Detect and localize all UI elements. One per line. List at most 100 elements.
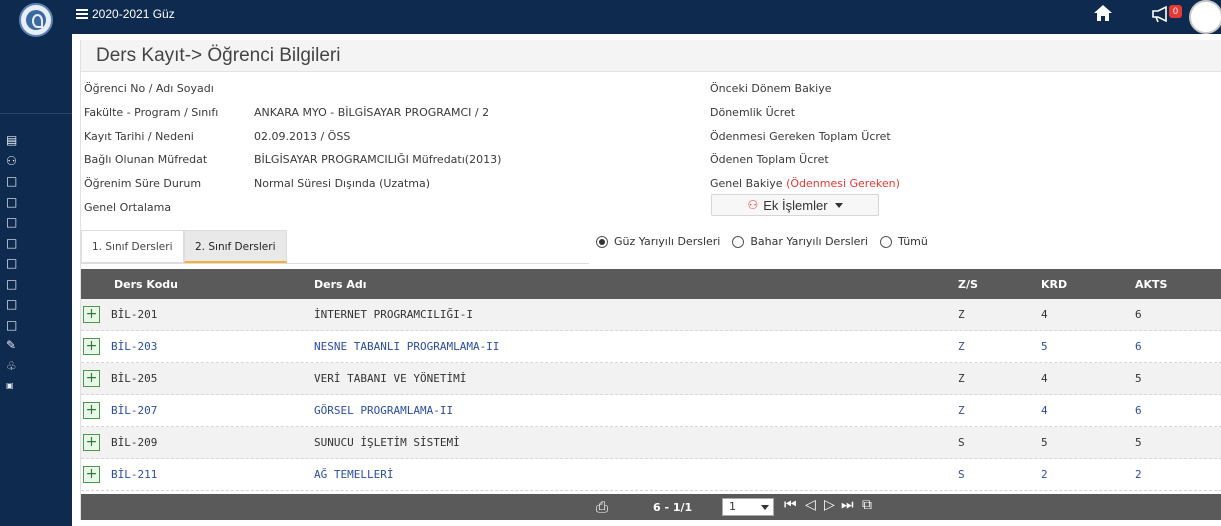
next-page-icon[interactable]: ▷ xyxy=(824,497,835,513)
radio-label: Bahar Yarıyılı Dersleri xyxy=(750,235,868,248)
header-akts[interactable]: AKTS xyxy=(1135,278,1167,291)
expand-plus-icon[interactable]: + xyxy=(83,402,100,419)
course-zs: Z xyxy=(958,340,965,353)
general-balance-note: (Ödenmesi Gereken) xyxy=(786,177,900,190)
course-akts: 6 xyxy=(1135,404,1142,417)
course-name: VERİ TABANI VE YÖNETİMİ xyxy=(314,372,467,385)
course-krd: 4 xyxy=(1041,308,1048,321)
general-balance-label: Genel Bakiye xyxy=(710,177,783,190)
university-logo[interactable] xyxy=(19,3,53,37)
finance-previous: Önceki Dönem Bakiye xyxy=(710,82,832,95)
expand-plus-icon[interactable]: + xyxy=(83,466,100,483)
header-zs[interactable]: Z/S xyxy=(958,278,978,291)
finance-general-balance: Genel Bakiye (Ödenmesi Gereken) xyxy=(710,177,900,190)
radio-label: Tümü xyxy=(897,235,928,248)
course-code: BİL-209 xyxy=(111,436,158,449)
extra-actions-label: Ek İşlemler xyxy=(763,197,828,213)
header-name[interactable]: Ders Adı xyxy=(314,278,367,291)
term-selector[interactable]: 2020-2021 Güz xyxy=(76,7,175,21)
semester-filter: Güz Yarıyılı Dersleri Bahar Yarıyılı Der… xyxy=(596,235,928,248)
atr-icon[interactable]: ▣ xyxy=(6,376,26,397)
course-name: SUNUCU İŞLETİM SİSTEMİ xyxy=(314,436,460,449)
table-row[interactable]: + BİL-211 AĞ TEMELLERİ S 2 2 xyxy=(81,459,1221,491)
expand-plus-icon[interactable]: + xyxy=(83,306,100,323)
course-akts: 6 xyxy=(1135,340,1142,353)
sidebar: ▤ ⚇ □ □ □ □ □ □ □ □ ✎ ♧ ▣ xyxy=(0,0,72,526)
extra-actions-button[interactable]: ⚇ Ek İşlemler xyxy=(711,194,879,216)
table-row[interactable]: + BİL-201 İNTERNET PROGRAMCILIĞI-I Z 4 6 xyxy=(81,299,1221,331)
course-zs: Z xyxy=(958,372,965,385)
info-value: Normal Süresi Dışında (Uzatma) xyxy=(254,177,431,190)
radio-button[interactable] xyxy=(732,235,745,248)
copy-icon[interactable]: ⧉ xyxy=(862,497,872,513)
radio-fall[interactable]: Güz Yarıyılı Dersleri xyxy=(596,235,720,248)
course-name: AĞ TEMELLERİ xyxy=(314,468,394,481)
last-page-icon[interactable]: ⏭ xyxy=(841,497,854,513)
course-name: İNTERNET PROGRAMCILIĞI-I xyxy=(314,308,473,321)
class-tabs: 1. Sınıf Dersleri 2. Sınıf Dersleri xyxy=(81,226,589,264)
square-icon[interactable]: □ xyxy=(6,294,26,315)
course-zs: S xyxy=(958,436,965,449)
edit-icon[interactable]: ✎ xyxy=(6,335,26,356)
info-label: Genel Ortalama xyxy=(84,201,172,214)
course-code: BİL-201 xyxy=(111,308,158,321)
course-zs: S xyxy=(958,468,965,481)
expand-plus-icon[interactable]: + xyxy=(83,370,100,387)
finance-term-fee: Dönemlik Ücret xyxy=(710,106,796,119)
info-label: Öğrenim Süre Durum xyxy=(84,177,202,190)
info-value: BİLGİSAYAR PROGRAMCILIĞI Müfredatı(2013) xyxy=(254,153,502,166)
table-icon[interactable]: ▤ xyxy=(6,130,26,151)
square-icon[interactable]: □ xyxy=(6,253,26,274)
info-label: Fakülte - Program / Sınıfı xyxy=(84,106,219,119)
table-row[interactable]: + BİL-207 GÖRSEL PROGRAMLAMA-II Z 4 6 xyxy=(81,395,1221,427)
radio-all[interactable]: Tümü xyxy=(879,235,928,248)
hamburger-icon[interactable] xyxy=(76,9,88,19)
home-icon[interactable] xyxy=(1092,3,1114,23)
square-icon[interactable]: □ xyxy=(6,171,26,192)
square-icon[interactable]: □ xyxy=(6,274,26,295)
square-icon[interactable]: □ xyxy=(6,212,26,233)
header-krd[interactable]: KRD xyxy=(1041,278,1067,291)
course-akts: 5 xyxy=(1135,436,1142,449)
users-icon: ⚇ xyxy=(747,198,759,212)
square-icon[interactable]: □ xyxy=(6,233,26,254)
network-icon[interactable]: ♧ xyxy=(6,356,26,377)
square-icon[interactable]: □ xyxy=(6,315,26,336)
table-pager: ⎙ 6 - 1/1 1 ⏮ ◁ ▷ ⏭ ⧉ xyxy=(81,494,1221,520)
avatar[interactable] xyxy=(1189,0,1221,34)
table-row[interactable]: + BİL-203 NESNE TABANLI PROGRAMLAMA-II Z… xyxy=(81,331,1221,363)
table-row[interactable]: + BİL-209 SUNUCU İŞLETİM SİSTEMİ S 5 5 xyxy=(81,427,1221,459)
course-code: BİL-207 xyxy=(111,404,158,417)
info-label: Öğrenci No / Adı Soyadı xyxy=(84,82,214,95)
course-name: NESNE TABANLI PROGRAMLAMA-II xyxy=(314,340,500,353)
course-krd: 2 xyxy=(1041,468,1048,481)
header-code[interactable]: Ders Kodu xyxy=(114,278,178,291)
print-icon[interactable]: ⎙ xyxy=(596,498,608,516)
course-krd: 5 xyxy=(1041,340,1048,353)
sidebar-divider xyxy=(0,113,72,114)
radio-button[interactable] xyxy=(596,235,608,248)
expand-plus-icon[interactable]: + xyxy=(83,338,100,355)
group-icon[interactable]: ⚇ xyxy=(6,151,26,172)
table-header: Ders Kodu Ders Adı Z/S KRD AKTS xyxy=(81,269,1221,299)
page-select[interactable]: 1 xyxy=(722,498,774,516)
tab-class-2[interactable]: 2. Sınıf Dersleri xyxy=(184,230,287,263)
course-akts: 2 xyxy=(1135,468,1142,481)
finance-total-due: Ödenmesi Gereken Toplam Ücret xyxy=(710,130,891,143)
first-page-icon[interactable]: ⏮ xyxy=(784,497,797,513)
info-label: Bağlı Olunan Müfredat xyxy=(84,153,208,166)
page-title-bar: Ders Kayıt-> Öğrenci Bilgileri xyxy=(81,40,1221,72)
notification-badge: 0 xyxy=(1169,5,1182,18)
expand-plus-icon[interactable]: + xyxy=(83,434,100,451)
radio-button[interactable] xyxy=(879,235,892,248)
course-zs: Z xyxy=(958,308,965,321)
table-row[interactable]: + BİL-205 VERİ TABANI VE YÖNETİMİ Z 4 5 xyxy=(81,363,1221,395)
caret-down-icon xyxy=(834,202,843,208)
course-code: BİL-211 xyxy=(111,468,158,481)
radio-spring[interactable]: Bahar Yarıyılı Dersleri xyxy=(732,235,868,248)
tab-class-1[interactable]: 1. Sınıf Dersleri xyxy=(81,230,184,263)
term-label: 2020-2021 Güz xyxy=(92,7,175,21)
square-icon[interactable]: □ xyxy=(6,192,26,213)
prev-page-icon[interactable]: ◁ xyxy=(805,497,816,513)
top-bar: 2020-2021 Güz 0 xyxy=(72,0,1221,34)
